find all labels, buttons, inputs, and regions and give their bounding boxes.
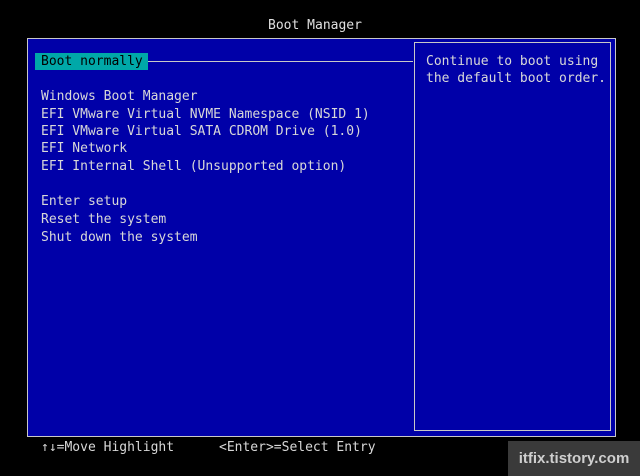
- menu-item-efi-nvme[interactable]: EFI VMware Virtual NVME Namespace (NSID …: [41, 106, 370, 123]
- menu-item-boot-normally[interactable]: Boot normally: [35, 53, 148, 70]
- menu-item-windows-boot-manager[interactable]: Windows Boot Manager: [41, 88, 198, 105]
- menu-item-shut-down[interactable]: Shut down the system: [41, 229, 198, 246]
- menu-item-enter-setup[interactable]: Enter setup: [41, 193, 127, 210]
- footer-select-hint: <Enter>=Select Entry: [219, 440, 376, 455]
- menu-item-reset-system[interactable]: Reset the system: [41, 211, 166, 228]
- menu-item-efi-internal-shell[interactable]: EFI Internal Shell (Unsupported option): [41, 158, 346, 175]
- watermark: itfix.tistory.com: [508, 441, 640, 476]
- help-description: Continue to boot using the default boot …: [426, 54, 607, 86]
- window-title: Boot Manager: [268, 18, 362, 33]
- menu-item-efi-cdrom[interactable]: EFI VMware Virtual SATA CDROM Drive (1.0…: [41, 123, 362, 140]
- help-panel: [414, 42, 611, 431]
- menu-item-efi-network[interactable]: EFI Network: [41, 140, 127, 157]
- selection-connector-line: [142, 61, 413, 62]
- footer-move-hint: ↑↓=Move Highlight: [41, 440, 175, 455]
